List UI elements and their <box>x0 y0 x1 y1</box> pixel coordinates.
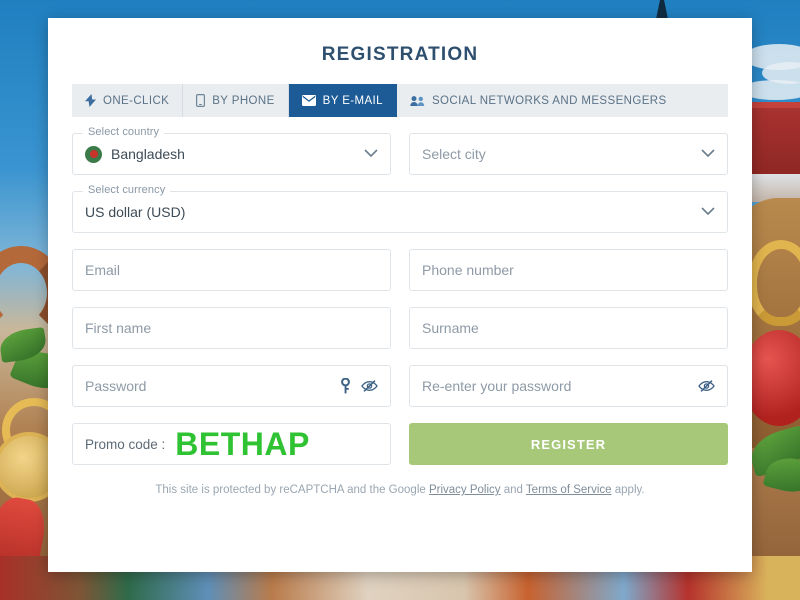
promo-code-label: Promo code : <box>85 436 166 452</box>
surname-col: Surname <box>409 307 728 349</box>
phone-col: Phone number <box>409 249 728 291</box>
registration-method-tabs: ONE-CLICK BY PHONE BY E-MAIL SOCIAL NETW… <box>72 84 728 117</box>
background-gold-spiral <box>748 240 800 326</box>
password-confirm-field-wrap[interactable]: Re-enter your password <box>409 365 728 407</box>
people-icon <box>410 95 425 107</box>
tab-label: ONE-CLICK <box>103 94 170 107</box>
password-field-wrap[interactable]: Password <box>72 365 391 407</box>
form-row-promo-submit: Promo code : BETHAP REGISTER <box>72 423 728 465</box>
currency-value: US dollar (USD) <box>85 204 186 220</box>
promo-code-field[interactable]: Promo code : BETHAP <box>72 423 391 465</box>
bolt-icon <box>85 94 96 107</box>
select-country[interactable]: Select country Bangladesh <box>72 126 391 175</box>
phone-icon <box>196 94 206 107</box>
select-currency[interactable]: Select currency US dollar (USD) <box>72 184 728 233</box>
country-legend: Select country <box>83 126 165 138</box>
toggle-password-visibility-eye-slash-icon[interactable] <box>361 379 378 393</box>
first-name-field-wrap[interactable]: First name <box>72 307 391 349</box>
page-title: REGISTRATION <box>321 44 479 65</box>
tab-label: BY E-MAIL <box>322 94 383 107</box>
surname-input[interactable]: Surname <box>422 320 715 336</box>
register-button[interactable]: REGISTER <box>409 423 728 465</box>
form-row-location: Select country Bangladesh Select city <box>72 126 728 175</box>
email-input[interactable]: Email <box>85 262 378 278</box>
form-row-contact: Email Phone number <box>72 249 728 291</box>
password-confirm-input[interactable]: Re-enter your password <box>422 378 688 394</box>
terms-of-service-link[interactable]: Terms of Service <box>526 484 612 496</box>
tab-by-email[interactable]: BY E-MAIL <box>288 84 397 117</box>
registration-form: Select country Bangladesh Select city Se… <box>48 126 752 496</box>
password-input[interactable]: Password <box>85 378 330 394</box>
chevron-down-icon <box>701 145 715 163</box>
legal-prefix: This site is protected by reCAPTCHA and … <box>155 484 429 496</box>
submit-col: REGISTER <box>409 423 728 465</box>
envelope-icon <box>301 95 316 106</box>
email-col: Email <box>72 249 391 291</box>
registration-card: REGISTRATION ONE-CLICK BY PHONE BY E-MAI… <box>48 18 752 572</box>
generate-password-key-icon[interactable] <box>340 378 351 394</box>
phone-input[interactable]: Phone number <box>422 262 715 278</box>
tab-label: SOCIAL NETWORKS AND MESSENGERS <box>431 94 667 107</box>
currency-col: Select currency US dollar (USD) <box>72 184 728 233</box>
form-row-currency: Select currency US dollar (USD) <box>72 184 728 233</box>
legal-suffix: apply. <box>611 484 645 496</box>
form-row-password: Password Re-enter your password <box>72 365 728 407</box>
toggle-password-confirm-visibility-eye-slash-icon[interactable] <box>698 379 715 393</box>
country-value: Bangladesh <box>111 146 185 162</box>
email-field-wrap[interactable]: Email <box>72 249 391 291</box>
currency-legend: Select currency <box>83 184 171 196</box>
privacy-policy-link[interactable]: Privacy Policy <box>429 484 501 496</box>
first-name-input[interactable]: First name <box>85 320 378 336</box>
chevron-down-icon <box>364 145 378 163</box>
legal-middle: and <box>500 484 526 496</box>
bangladesh-flag-icon <box>85 145 102 163</box>
tab-one-click[interactable]: ONE-CLICK <box>72 84 184 117</box>
surname-field-wrap[interactable]: Surname <box>409 307 728 349</box>
chevron-down-icon <box>701 203 715 221</box>
tab-label: BY PHONE <box>212 94 275 107</box>
background-building <box>746 102 800 202</box>
promo-code-value: BETHAP <box>175 426 310 462</box>
select-city[interactable]: Select city <box>409 133 728 175</box>
form-row-name: First name Surname <box>72 307 728 349</box>
tab-social-networks[interactable]: SOCIAL NETWORKS AND MESSENGERS <box>397 84 680 117</box>
recaptcha-legal-text: This site is protected by reCAPTCHA and … <box>72 484 728 496</box>
first-name-col: First name <box>72 307 391 349</box>
password-confirm-col: Re-enter your password <box>409 365 728 407</box>
city-col: Select city <box>409 133 728 175</box>
city-value: Select city <box>422 146 486 162</box>
tab-by-phone[interactable]: BY PHONE <box>183 84 289 117</box>
password-col: Password <box>72 365 391 407</box>
country-col: Select country Bangladesh <box>72 126 391 175</box>
promo-col: Promo code : BETHAP <box>72 423 391 465</box>
phone-field-wrap[interactable]: Phone number <box>409 249 728 291</box>
